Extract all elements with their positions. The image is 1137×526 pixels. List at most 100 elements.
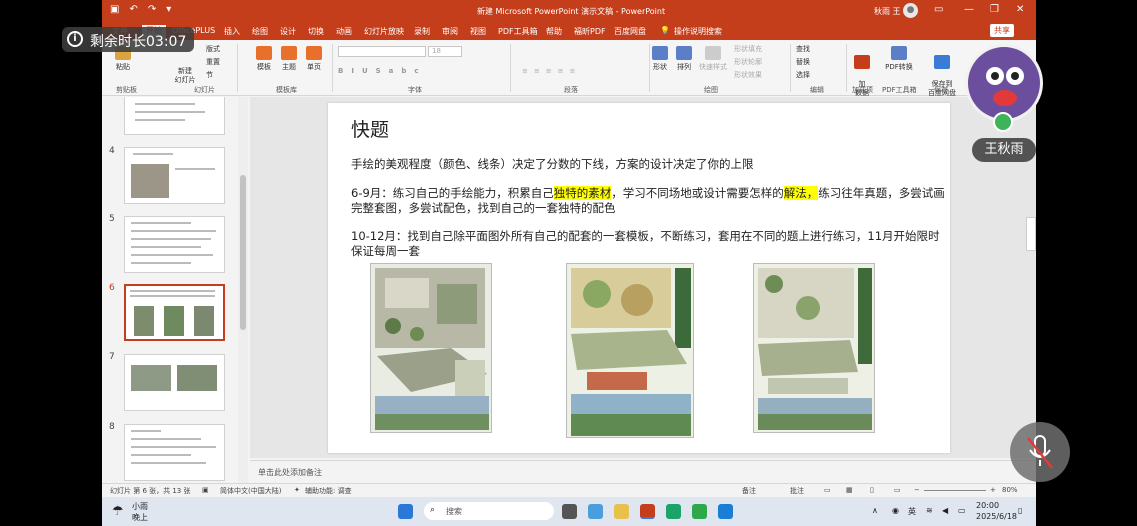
input-language[interactable]: 英 bbox=[908, 506, 916, 517]
tab-view[interactable]: 视图 bbox=[470, 26, 486, 37]
layout-button[interactable]: 版式 bbox=[206, 44, 220, 54]
slide-sorter-icon[interactable]: ▦ bbox=[846, 486, 853, 494]
slide-paragraph-2[interactable]: 6-9月：练习自己的手绘能力，积累自己独特的素材，学习不同场地或设计需要怎样的解… bbox=[351, 186, 947, 216]
start-icon[interactable] bbox=[398, 504, 413, 519]
template-button[interactable]: 模板 bbox=[252, 46, 276, 72]
find-button[interactable]: 查找 bbox=[796, 44, 810, 54]
chevron-up-icon[interactable]: ∧ bbox=[872, 506, 878, 515]
accessibility-status[interactable]: 辅助功能: 调查 bbox=[305, 486, 352, 496]
tray-icon[interactable]: ◉ bbox=[892, 506, 899, 515]
current-slide[interactable]: 快题 手绘的美观程度（颜色、线条）决定了分数的下线，方案的设计决定了你的上限 6… bbox=[328, 103, 950, 453]
shape-effect-button[interactable]: 形状效果 bbox=[734, 70, 762, 80]
notification-icon[interactable]: ▯ bbox=[1018, 506, 1022, 515]
user-avatar-icon[interactable]: ● bbox=[903, 3, 918, 18]
minimize-icon[interactable]: — bbox=[964, 4, 974, 15]
tab-design[interactable]: 设计 bbox=[280, 26, 296, 37]
close-icon[interactable]: ✕ bbox=[1016, 4, 1024, 15]
shape-button[interactable]: 形状 bbox=[651, 46, 669, 72]
user-name[interactable]: 秋雨 王 bbox=[874, 6, 901, 17]
normal-view-icon[interactable]: ▭ bbox=[824, 486, 831, 494]
participant-avatar[interactable] bbox=[965, 44, 1043, 122]
weather-icon[interactable]: ☂ bbox=[112, 504, 124, 519]
save-icon[interactable]: ▣ bbox=[110, 4, 119, 15]
spellcheck-icon[interactable]: ▣ bbox=[202, 486, 209, 494]
tab-baidu-netdisk[interactable]: 百度网盘 bbox=[614, 26, 646, 37]
volume-icon[interactable]: ◀ bbox=[942, 506, 948, 515]
tab-insert[interactable]: 插入 bbox=[224, 26, 240, 37]
app-icon-3[interactable] bbox=[718, 504, 733, 519]
quick-style-button[interactable]: 快速样式 bbox=[697, 46, 729, 72]
slide-thumbnail[interactable] bbox=[124, 424, 225, 481]
comments-toggle[interactable]: 批注 bbox=[790, 486, 804, 496]
tab-help[interactable]: 帮助 bbox=[546, 26, 562, 37]
ribbon-display-icon[interactable]: ▭ bbox=[934, 4, 943, 15]
pdf-convert-button[interactable]: PDF转换 bbox=[882, 46, 916, 72]
font-format-buttons[interactable]: BIUSabc bbox=[338, 67, 427, 75]
select-button[interactable]: 选择 bbox=[796, 70, 810, 80]
slide-thumbnail[interactable] bbox=[124, 354, 225, 411]
notes-toggle[interactable]: 备注 bbox=[742, 486, 756, 496]
undo-icon[interactable]: ↶ bbox=[129, 4, 137, 15]
file-explorer-icon[interactable] bbox=[614, 504, 629, 519]
slide-paragraph-3[interactable]: 10-12月：找到自己除平面图外所有自己的配套的一套模板，不断练习，套用在不同的… bbox=[351, 229, 947, 259]
font-name-select[interactable] bbox=[338, 46, 426, 57]
slide-thumbnail[interactable] bbox=[124, 147, 225, 204]
arrange-button[interactable]: 排列 bbox=[675, 46, 693, 72]
taskbar-search[interactable]: ⌕ 搜索 bbox=[424, 502, 554, 520]
landscape-drawing-image-1[interactable] bbox=[370, 263, 492, 433]
battery-icon[interactable]: ▭ bbox=[958, 506, 966, 515]
tab-transitions[interactable]: 切换 bbox=[308, 26, 324, 37]
customize-icon[interactable]: ▾ bbox=[166, 4, 171, 15]
language-indicator[interactable]: 简体中文(中国大陆) bbox=[220, 486, 281, 496]
shape-outline-button[interactable]: 形状轮廓 bbox=[734, 57, 762, 67]
redo-icon[interactable]: ↷ bbox=[148, 4, 156, 15]
zoom-slider[interactable] bbox=[924, 490, 986, 491]
clock-time[interactable]: 20:00 bbox=[976, 501, 999, 510]
tab-review[interactable]: 审阅 bbox=[442, 26, 458, 37]
scrollbar-thumb[interactable] bbox=[240, 175, 246, 330]
zoom-out-icon[interactable]: − bbox=[914, 486, 920, 494]
slideshow-icon[interactable]: ▭ bbox=[894, 486, 901, 494]
app-icon-2[interactable] bbox=[692, 504, 707, 519]
zoom-level[interactable]: 80% bbox=[1002, 486, 1018, 494]
notes-pane[interactable]: 单击此处添加备注 bbox=[250, 460, 1036, 482]
editor-scrollbar-thumb[interactable] bbox=[1026, 217, 1036, 251]
new-slide-button[interactable]: 新建 幻灯片 bbox=[170, 58, 200, 85]
tab-record[interactable]: 录制 bbox=[414, 26, 430, 37]
mic-muted-button[interactable] bbox=[1010, 422, 1070, 482]
group-font-label: 字体 bbox=[408, 86, 422, 94]
section-button[interactable]: 节 bbox=[206, 70, 213, 80]
powerpoint-taskbar-icon[interactable] bbox=[640, 504, 655, 519]
tab-pdf-toolbox[interactable]: PDF工具箱 bbox=[498, 26, 538, 37]
replace-button[interactable]: 替换 bbox=[796, 57, 810, 67]
tab-animations[interactable]: 动画 bbox=[336, 26, 352, 37]
single-page-button[interactable]: 单页 bbox=[302, 46, 326, 72]
slide-thumbnail[interactable] bbox=[124, 97, 225, 135]
slide-thumbnail-selected[interactable] bbox=[124, 284, 225, 341]
tab-foxit-pdf[interactable]: 福昕PDF bbox=[574, 26, 606, 37]
reading-view-icon[interactable]: ▯ bbox=[870, 486, 874, 494]
reset-button[interactable]: 重置 bbox=[206, 57, 220, 67]
font-size-select[interactable]: 18 bbox=[428, 46, 462, 57]
notes-placeholder[interactable]: 单击此处添加备注 bbox=[258, 467, 322, 478]
maximize-icon[interactable]: ❐ bbox=[990, 4, 999, 15]
landscape-drawing-image-2[interactable] bbox=[566, 263, 694, 438]
clock-date[interactable]: 2025/6/18 bbox=[976, 512, 1017, 521]
shape-fill-button[interactable]: 形状填充 bbox=[734, 44, 762, 54]
thumbnails-scrollbar[interactable] bbox=[238, 97, 248, 483]
tell-me-search[interactable]: 操作说明搜索 bbox=[674, 26, 722, 37]
edge-icon[interactable] bbox=[666, 504, 681, 519]
zoom-in-icon[interactable]: + bbox=[990, 486, 996, 494]
slide-paragraph-1[interactable]: 手绘的美观程度（颜色、线条）决定了分数的下线，方案的设计决定了你的上限 bbox=[351, 157, 947, 172]
slide-thumbnail[interactable] bbox=[124, 216, 225, 273]
task-view-icon[interactable] bbox=[562, 504, 577, 519]
theme-button[interactable]: 主题 bbox=[277, 46, 301, 72]
tab-draw[interactable]: 绘图 bbox=[252, 26, 268, 37]
wifi-icon[interactable]: ≋ bbox=[926, 506, 933, 515]
slide-title[interactable]: 快题 bbox=[351, 115, 389, 142]
landscape-drawing-image-3[interactable] bbox=[753, 263, 875, 433]
tab-slideshow[interactable]: 幻灯片放映 bbox=[364, 26, 404, 37]
share-button[interactable]: 共享 bbox=[990, 24, 1014, 37]
paragraph-align-buttons[interactable]: ≡≡≡≡≡ bbox=[522, 67, 581, 75]
app-icon[interactable] bbox=[588, 504, 603, 519]
